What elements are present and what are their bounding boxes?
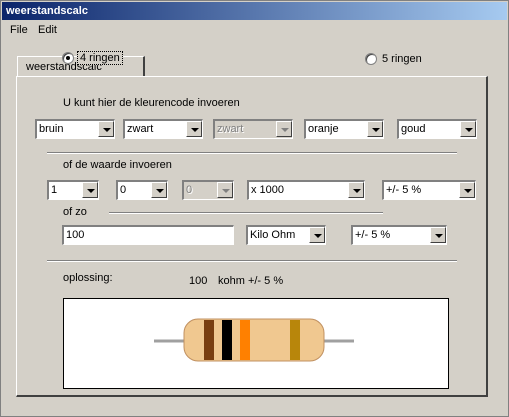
menu-bar: File Edit — [1, 21, 508, 40]
band2-dropdown-arrow-icon[interactable] — [186, 121, 202, 137]
multiplier-dropdown-arrow-icon[interactable] — [348, 182, 364, 198]
radio-4-ringen-label[interactable]: 4 ringen — [77, 51, 123, 65]
resistor-illustration — [154, 318, 354, 362]
colorcode-heading: U kunt hier de kleurencode invoeren — [63, 97, 240, 109]
band1-value: bruin — [39, 123, 64, 135]
tolerance-value: +/- 5 % — [386, 184, 422, 196]
band2-value: zwart — [127, 123, 154, 135]
tolerance-color-value: goud — [401, 123, 426, 135]
resistor-canvas — [63, 298, 449, 389]
menu-file[interactable]: File — [10, 24, 28, 36]
separator-3 — [47, 260, 457, 262]
radio-5-ringen-label[interactable]: 5 ringen — [382, 53, 422, 65]
menu-edit[interactable]: Edit — [38, 24, 57, 36]
band1-dropdown-arrow-icon[interactable] — [98, 121, 114, 137]
resistor-band-zwart — [222, 320, 232, 360]
window-title: weerstandscalc — [6, 5, 88, 17]
resistor-band-goud — [290, 320, 300, 360]
multiplier-value: x 1000 — [251, 184, 285, 196]
result-label: oplossing: — [63, 272, 113, 284]
tolerance-dropdown-arrow-icon[interactable] — [459, 182, 475, 198]
tolerance-color-select[interactable]: goud — [397, 119, 477, 139]
result-unit-tolerance: kohm +/- 5 % — [218, 275, 284, 287]
direct-tolerance-value: +/- 5 % — [355, 229, 391, 241]
resistor-band-oranje — [240, 320, 250, 360]
digit2-value: 0 — [120, 184, 127, 196]
tolerance-color-dropdown-arrow-icon[interactable] — [460, 121, 476, 137]
direct-tolerance-select[interactable]: +/- 5 % — [351, 225, 447, 245]
unit-value: Kilo Ohm — [250, 229, 296, 241]
multiplier-color-dropdown-arrow-icon[interactable] — [367, 121, 383, 137]
radio-5-ringen[interactable] — [365, 53, 377, 65]
digit2-select[interactable]: 0 — [116, 180, 168, 200]
resistor-band-bruin — [204, 320, 214, 360]
digit1-value: 1 — [51, 184, 58, 196]
band1-select[interactable]: bruin — [35, 119, 115, 139]
multiplier-color-select[interactable]: oranje — [304, 119, 384, 139]
value-heading: of de waarde invoeren — [63, 159, 172, 171]
radio-4-ringen[interactable] — [62, 52, 74, 64]
digit3-value: 0 — [186, 184, 193, 196]
band3-dropdown-arrow-icon — [276, 121, 292, 137]
separator-2 — [109, 212, 383, 214]
title-bar[interactable]: weerstandscalc — [2, 2, 507, 20]
band3-value: zwart — [217, 123, 244, 135]
digit1-dropdown-arrow-icon[interactable] — [82, 182, 98, 198]
unit-select[interactable]: Kilo Ohm — [246, 225, 326, 245]
unit-dropdown-arrow-icon[interactable] — [309, 227, 325, 243]
direct-tolerance-dropdown-arrow-icon[interactable] — [430, 227, 446, 243]
resistance-input-value: 100 — [66, 229, 85, 241]
digit1-select[interactable]: 1 — [47, 180, 99, 200]
app-window: weerstandscalc File Edit weerstandscalc … — [0, 0, 509, 417]
multiplier-color-value: oranje — [308, 123, 339, 135]
digit3-select: 0 — [182, 180, 234, 200]
multiplier-select[interactable]: x 1000 — [247, 180, 365, 200]
direct-heading: of zo — [63, 206, 87, 218]
separator-1 — [47, 152, 457, 154]
band2-select[interactable]: zwart — [123, 119, 203, 139]
digit2-dropdown-arrow-icon[interactable] — [151, 182, 167, 198]
resistance-input[interactable]: 100 — [62, 225, 234, 245]
digit3-dropdown-arrow-icon — [217, 182, 233, 198]
result-value: 100 — [189, 275, 208, 287]
tolerance-select[interactable]: +/- 5 % — [382, 180, 476, 200]
band3-select: zwart — [213, 119, 293, 139]
